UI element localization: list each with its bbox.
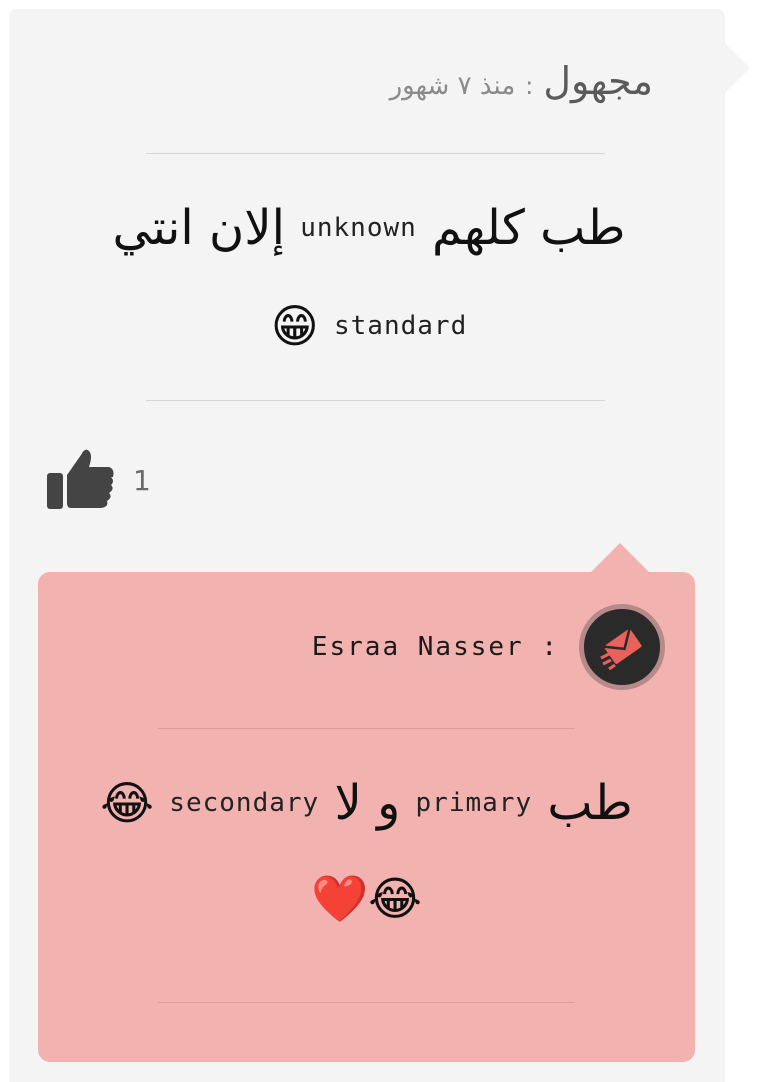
reply-text-line-1: طب primary و لا secondary 😂 bbox=[38, 772, 695, 831]
comment-author[interactable]: مجهول bbox=[543, 59, 653, 103]
reply-tag-primary: primary bbox=[415, 788, 533, 818]
comment-text-line-2: standard 😁 bbox=[49, 295, 689, 353]
reply-divider-bottom bbox=[158, 1002, 575, 1003]
comment-text-line-1: طب كلهم unknown إلان انتي bbox=[49, 197, 689, 256]
comment-tag-standard: standard bbox=[334, 311, 468, 341]
reply-text-ar-mid: و لا bbox=[334, 775, 401, 831]
reply-text-line-2: 😂❤️ bbox=[38, 868, 695, 927]
reply-tag-secondary: secondary bbox=[169, 788, 320, 818]
reply-card: Esraa Nasser : طب primary و لا secondary… bbox=[38, 572, 695, 1062]
reply-text-ar-start: طب bbox=[547, 775, 633, 831]
author-separator: : bbox=[525, 72, 534, 100]
reply-divider-top bbox=[158, 728, 575, 729]
like-control[interactable]: 1 bbox=[45, 445, 151, 515]
reply-header: Esraa Nasser : bbox=[312, 604, 665, 690]
laugh-heart-emojis: 😂❤️ bbox=[310, 871, 423, 926]
mail-send-icon bbox=[600, 627, 642, 671]
comment-text-ar-end: إلان انتي bbox=[112, 200, 285, 256]
comment-time: منذ ٧ شهور bbox=[389, 71, 516, 101]
divider-top bbox=[146, 153, 605, 154]
reply-author[interactable]: Esraa Nasser : bbox=[312, 632, 559, 662]
reply-pointer bbox=[590, 543, 650, 573]
divider-bottom bbox=[146, 400, 605, 401]
comment-tag-unknown: unknown bbox=[300, 213, 417, 243]
avatar[interactable] bbox=[579, 604, 665, 690]
comment-header: مجهول : منذ ٧ شهور bbox=[390, 59, 653, 109]
comment-text-ar-start: طب كلهم bbox=[432, 200, 626, 256]
card-pointer bbox=[724, 42, 750, 94]
thumbs-up-icon[interactable] bbox=[45, 445, 115, 515]
grin-emoji: 😁 bbox=[270, 299, 319, 353]
like-count: 1 bbox=[133, 463, 151, 497]
laughing-emoji: 😂 bbox=[100, 776, 155, 830]
